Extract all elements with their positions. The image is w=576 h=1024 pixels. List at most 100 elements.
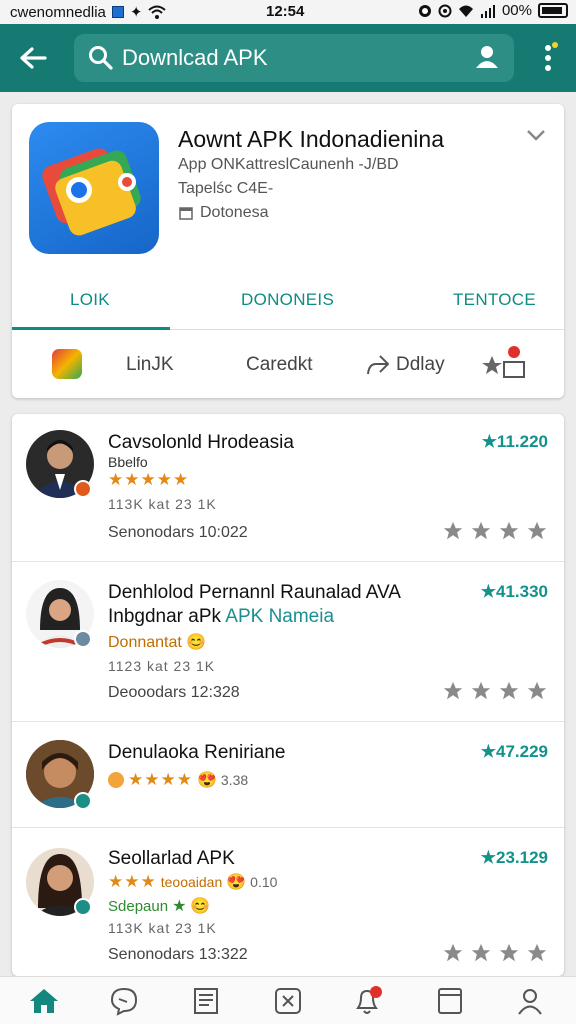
result-name: Seollarlad APK <box>108 848 235 869</box>
mini-app-icon[interactable] <box>52 349 82 379</box>
search-icon <box>89 46 113 70</box>
results-list: Cavsolonld Hrodeasia Bbelfo ★★★★★ 113K k… <box>12 414 564 976</box>
search-input[interactable] <box>122 42 462 74</box>
document-icon <box>194 988 218 1014</box>
app-title: Aownt APK Indonadienina <box>178 126 444 152</box>
result-score: ★47.229 <box>480 742 548 761</box>
result-sub2: Sdepaun <box>108 897 169 915</box>
nav-profile[interactable] <box>512 985 548 1017</box>
star-icon: ★ <box>172 898 187 915</box>
sub2-row: Sdepaun ★ 😊 <box>108 896 210 916</box>
star-icon[interactable] <box>442 942 464 964</box>
bottom-nav <box>0 976 576 1024</box>
sync-icon <box>438 4 452 17</box>
nav-notifications[interactable] <box>350 985 386 1017</box>
app-category: Tapelśc C4E- <box>178 180 274 197</box>
list-item[interactable]: Cavsolonld Hrodeasia Bbelfo ★★★★★ 113K k… <box>12 414 564 562</box>
star-icon[interactable] <box>470 942 492 964</box>
status-app-text: cwenomnedlia <box>10 3 106 21</box>
star-icon[interactable] <box>442 520 464 542</box>
wifi-signal-icon <box>458 5 473 17</box>
status-badge <box>74 480 92 498</box>
star-badge-icon[interactable] <box>482 346 530 382</box>
tab-loik[interactable]: LOIK <box>70 290 110 310</box>
star-icon[interactable] <box>526 680 548 702</box>
nav-chat[interactable] <box>106 985 142 1017</box>
result-meta: 113K kat 23 1K <box>108 920 217 936</box>
result-name-line2: Inbgdnar aPk APK Nameia <box>108 606 334 628</box>
bell-icon <box>356 986 382 1014</box>
star-icon[interactable] <box>526 942 548 964</box>
star-icon[interactable] <box>498 680 520 702</box>
rating-stars: ★★★ <box>108 872 157 891</box>
link-action[interactable]: LinJK <box>126 354 174 376</box>
app-icon[interactable] <box>29 122 159 254</box>
nav-close[interactable] <box>270 985 306 1017</box>
calendar-icon <box>179 207 193 220</box>
nav-documents[interactable] <box>188 985 224 1017</box>
expand-button[interactable] <box>526 128 546 147</box>
result-name: Denhlolod Pernannl Raunalad AVA <box>108 582 401 603</box>
star-icon[interactable] <box>526 520 548 542</box>
app-region-label: Dotonesa <box>200 204 269 221</box>
back-arrow-icon <box>20 47 47 69</box>
star-icon[interactable] <box>470 680 492 702</box>
result-score: ★41.330 <box>480 582 548 601</box>
cell-signal-icon <box>480 4 495 18</box>
battery-percent: 00% <box>501 2 532 19</box>
tab-dononeis[interactable]: DONONEIS <box>241 290 334 310</box>
result-foot: Deooodars 12:328 <box>108 684 240 701</box>
share-icon[interactable] <box>366 354 390 376</box>
delay-action[interactable]: Ddlay <box>396 354 445 376</box>
list-item[interactable]: Seollarlad APK ★★★ teooaidan 😍 0.10 Sdep… <box>12 828 564 976</box>
notification-icon <box>111 6 124 18</box>
app-logo-icon <box>42 148 141 236</box>
account-button[interactable] <box>474 44 500 75</box>
account-icon <box>476 46 498 68</box>
list-item[interactable]: Denulaoka Reniriane ★★★★ 😍 3.38 ★47.229 <box>12 722 564 828</box>
status-bar: cwenomnedlia ✦ 12:54 00% <box>0 0 576 24</box>
nav-tablet[interactable] <box>432 985 468 1017</box>
star-icon[interactable] <box>498 942 520 964</box>
result-name-link[interactable]: APK Nameia <box>225 606 334 627</box>
smile-icon: 😊 <box>186 634 207 651</box>
result-meta: 1123 kat 23 1K <box>108 658 216 674</box>
smile-icon: 😊 <box>190 898 211 915</box>
smile-icon: 😍 <box>196 772 217 789</box>
profile-icon <box>518 989 542 1015</box>
result-name: Denulaoka Reniriane <box>108 742 286 763</box>
result-score: ★11.220 <box>481 432 548 451</box>
rating-value: 3.38 <box>220 772 249 788</box>
credit-action[interactable]: Caredkt <box>246 354 313 376</box>
coin-icon <box>108 772 124 788</box>
close-box-icon <box>275 988 301 1014</box>
result-meta: 113K kat 23 1K <box>108 496 217 512</box>
app-subtitle: App ONKattreslCaunenh -J/BD <box>178 156 399 173</box>
status-badge <box>74 630 92 648</box>
alarm-icon <box>418 4 431 17</box>
battery-icon <box>538 3 568 18</box>
result-foot: Senonodars 13:322 <box>108 946 248 963</box>
star-icon[interactable] <box>442 680 464 702</box>
more-options-button[interactable] <box>540 42 560 74</box>
result-sub-value: 0.10 <box>250 874 278 890</box>
app-region: Dotonesa <box>178 204 269 222</box>
rate-stars[interactable] <box>442 942 548 964</box>
app-bar <box>0 24 576 92</box>
star-icon[interactable] <box>498 520 520 542</box>
smile-icon: 😍 <box>226 874 247 891</box>
nav-home[interactable] <box>26 985 62 1017</box>
rate-stars[interactable] <box>442 680 548 702</box>
list-item[interactable]: Denhlolod Pernannl Raunalad AVA Inbgdnar… <box>12 562 564 722</box>
tab-tentoce[interactable]: TENTOCE <box>453 290 536 310</box>
result-sub: Bbelfo <box>108 454 148 470</box>
rating-row: ★★★ teooaidan 😍 0.10 <box>108 872 277 892</box>
result-name-part: Inbgdnar aPk <box>108 606 222 627</box>
rating-stars: ★★★★ <box>128 770 193 789</box>
home-icon <box>30 989 58 1013</box>
search-box[interactable] <box>74 34 514 82</box>
star-icon[interactable] <box>470 520 492 542</box>
back-button[interactable] <box>14 40 52 76</box>
rate-stars[interactable] <box>442 520 548 542</box>
status-time: 12:54 <box>266 3 305 20</box>
